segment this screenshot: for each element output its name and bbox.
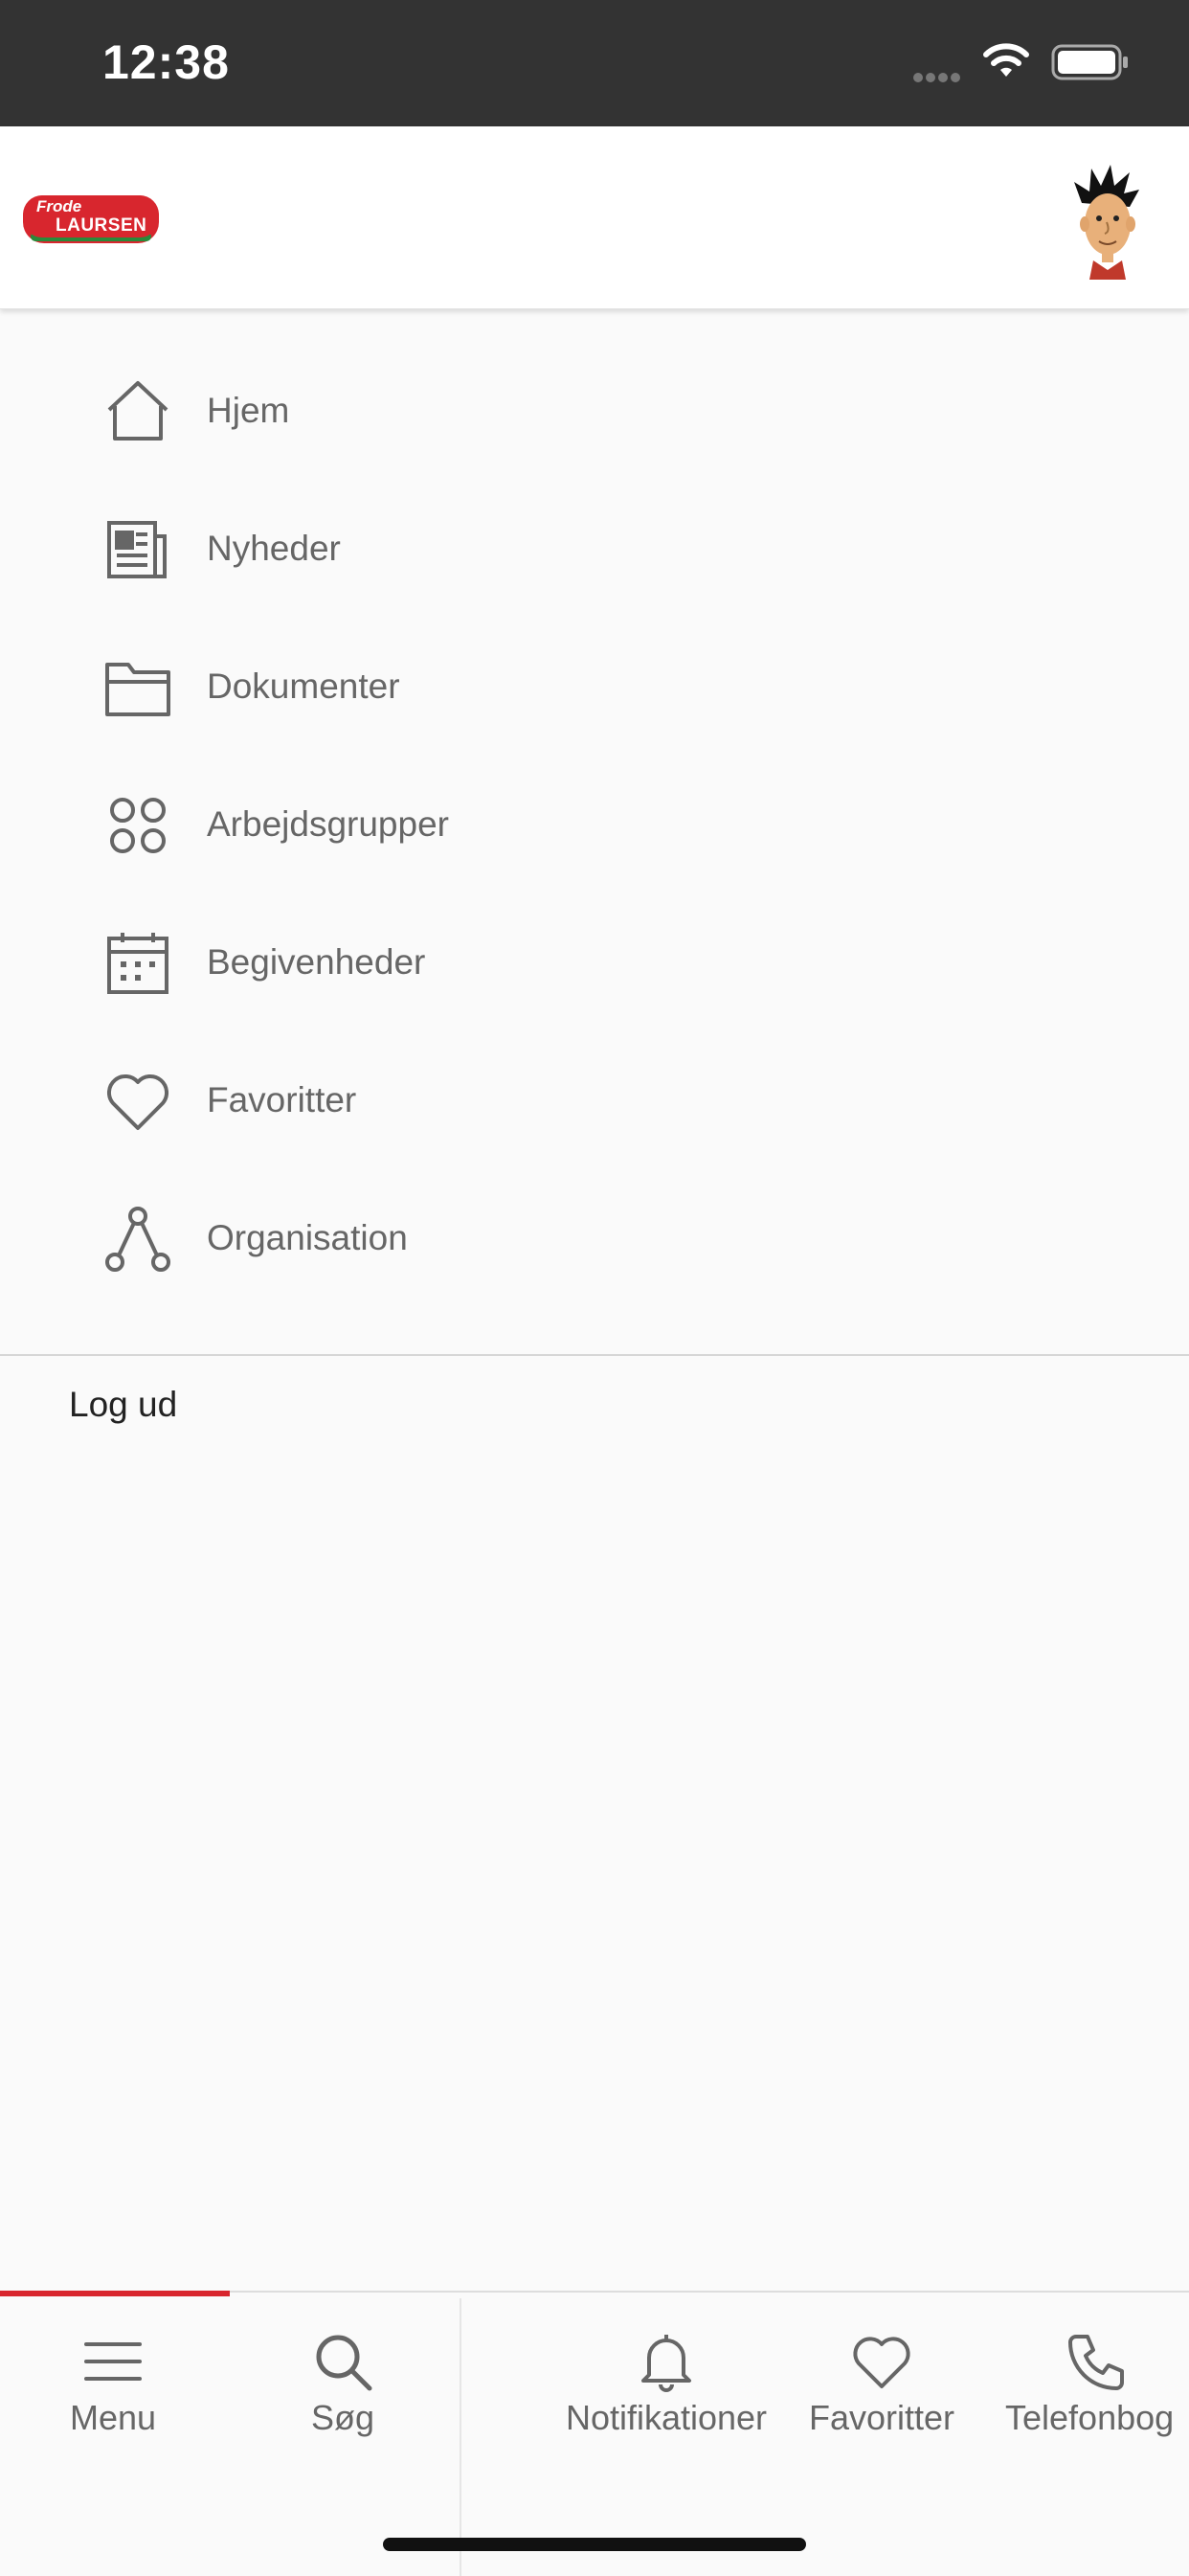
menu-item-arbejdsgrupper[interactable]: Arbejdsgrupper xyxy=(0,757,1189,894)
hamburger-icon xyxy=(82,2331,144,2392)
side-menu: Hjem Nyheder Dokumenter Arbejdsgrupper B… xyxy=(0,343,1189,1308)
nav-favorites[interactable]: Favoritter xyxy=(802,2331,961,2438)
logo-text-laursen: LAURSEN xyxy=(56,215,147,236)
menu-item-label: Organisation xyxy=(207,1218,408,1257)
organisation-icon xyxy=(103,1205,172,1274)
menu-item-dokumenter[interactable]: Dokumenter xyxy=(0,619,1189,757)
nav-label: Notifikationer xyxy=(565,2398,768,2437)
wifi-icon xyxy=(982,42,1030,83)
menu-item-begivenheder[interactable]: Begivenheder xyxy=(0,894,1189,1032)
bell-icon xyxy=(636,2331,697,2392)
bottom-nav: Menu Søg Notifikationer Favoritter Telef… xyxy=(0,2291,1189,2576)
search-icon xyxy=(312,2331,373,2392)
menu-item-label: Begivenheder xyxy=(207,942,426,982)
menu-item-nyheder[interactable]: Nyheder xyxy=(0,481,1189,619)
app-header: Frode LAURSEN xyxy=(0,126,1189,309)
logo-text-frode: Frode xyxy=(36,197,82,215)
nav-notifications[interactable]: Notifikationer xyxy=(553,2331,779,2438)
nav-label: Favoritter xyxy=(808,2398,955,2437)
heart-icon xyxy=(103,1067,172,1136)
status-bar: 12:38 xyxy=(0,0,1189,126)
menu-item-organisation[interactable]: Organisation xyxy=(0,1170,1189,1308)
groups-icon xyxy=(103,791,172,860)
avatar[interactable] xyxy=(1072,165,1143,280)
menu-item-label: Arbejdsgrupper xyxy=(207,804,449,844)
active-tab-indicator xyxy=(0,2291,230,2296)
phone-icon xyxy=(1066,2331,1128,2392)
nav-label: Telefonbog xyxy=(1005,2398,1175,2437)
menu-item-label: Nyheder xyxy=(207,529,341,568)
menu-item-label: Favoritter xyxy=(207,1080,357,1119)
nav-search[interactable]: Søg xyxy=(285,2331,400,2438)
battery-icon xyxy=(1051,44,1130,87)
menu-item-label: Hjem xyxy=(207,391,290,430)
home-indicator[interactable] xyxy=(383,2538,806,2551)
newspaper-icon xyxy=(103,515,172,584)
company-logo[interactable]: Frode LAURSEN xyxy=(23,193,161,247)
nav-menu[interactable]: Menu xyxy=(56,2331,170,2438)
heart-icon xyxy=(851,2331,912,2392)
nav-phonebook[interactable]: Telefonbog xyxy=(1005,2331,1189,2438)
status-time: 12:38 xyxy=(102,35,230,89)
menu-item-label: Dokumenter xyxy=(207,667,400,706)
logout-link[interactable]: Log ud xyxy=(69,1385,177,1425)
cellular-signal-icon xyxy=(913,70,963,87)
menu-divider xyxy=(0,1354,1189,1356)
home-icon xyxy=(103,377,172,446)
nav-separator xyxy=(460,2298,461,2576)
folder-icon xyxy=(103,653,172,722)
menu-item-favoritter[interactable]: Favoritter xyxy=(0,1032,1189,1170)
nav-label: Menu xyxy=(69,2398,157,2437)
nav-label: Søg xyxy=(310,2398,375,2437)
calendar-icon xyxy=(103,929,172,998)
menu-item-hjem[interactable]: Hjem xyxy=(0,343,1189,481)
